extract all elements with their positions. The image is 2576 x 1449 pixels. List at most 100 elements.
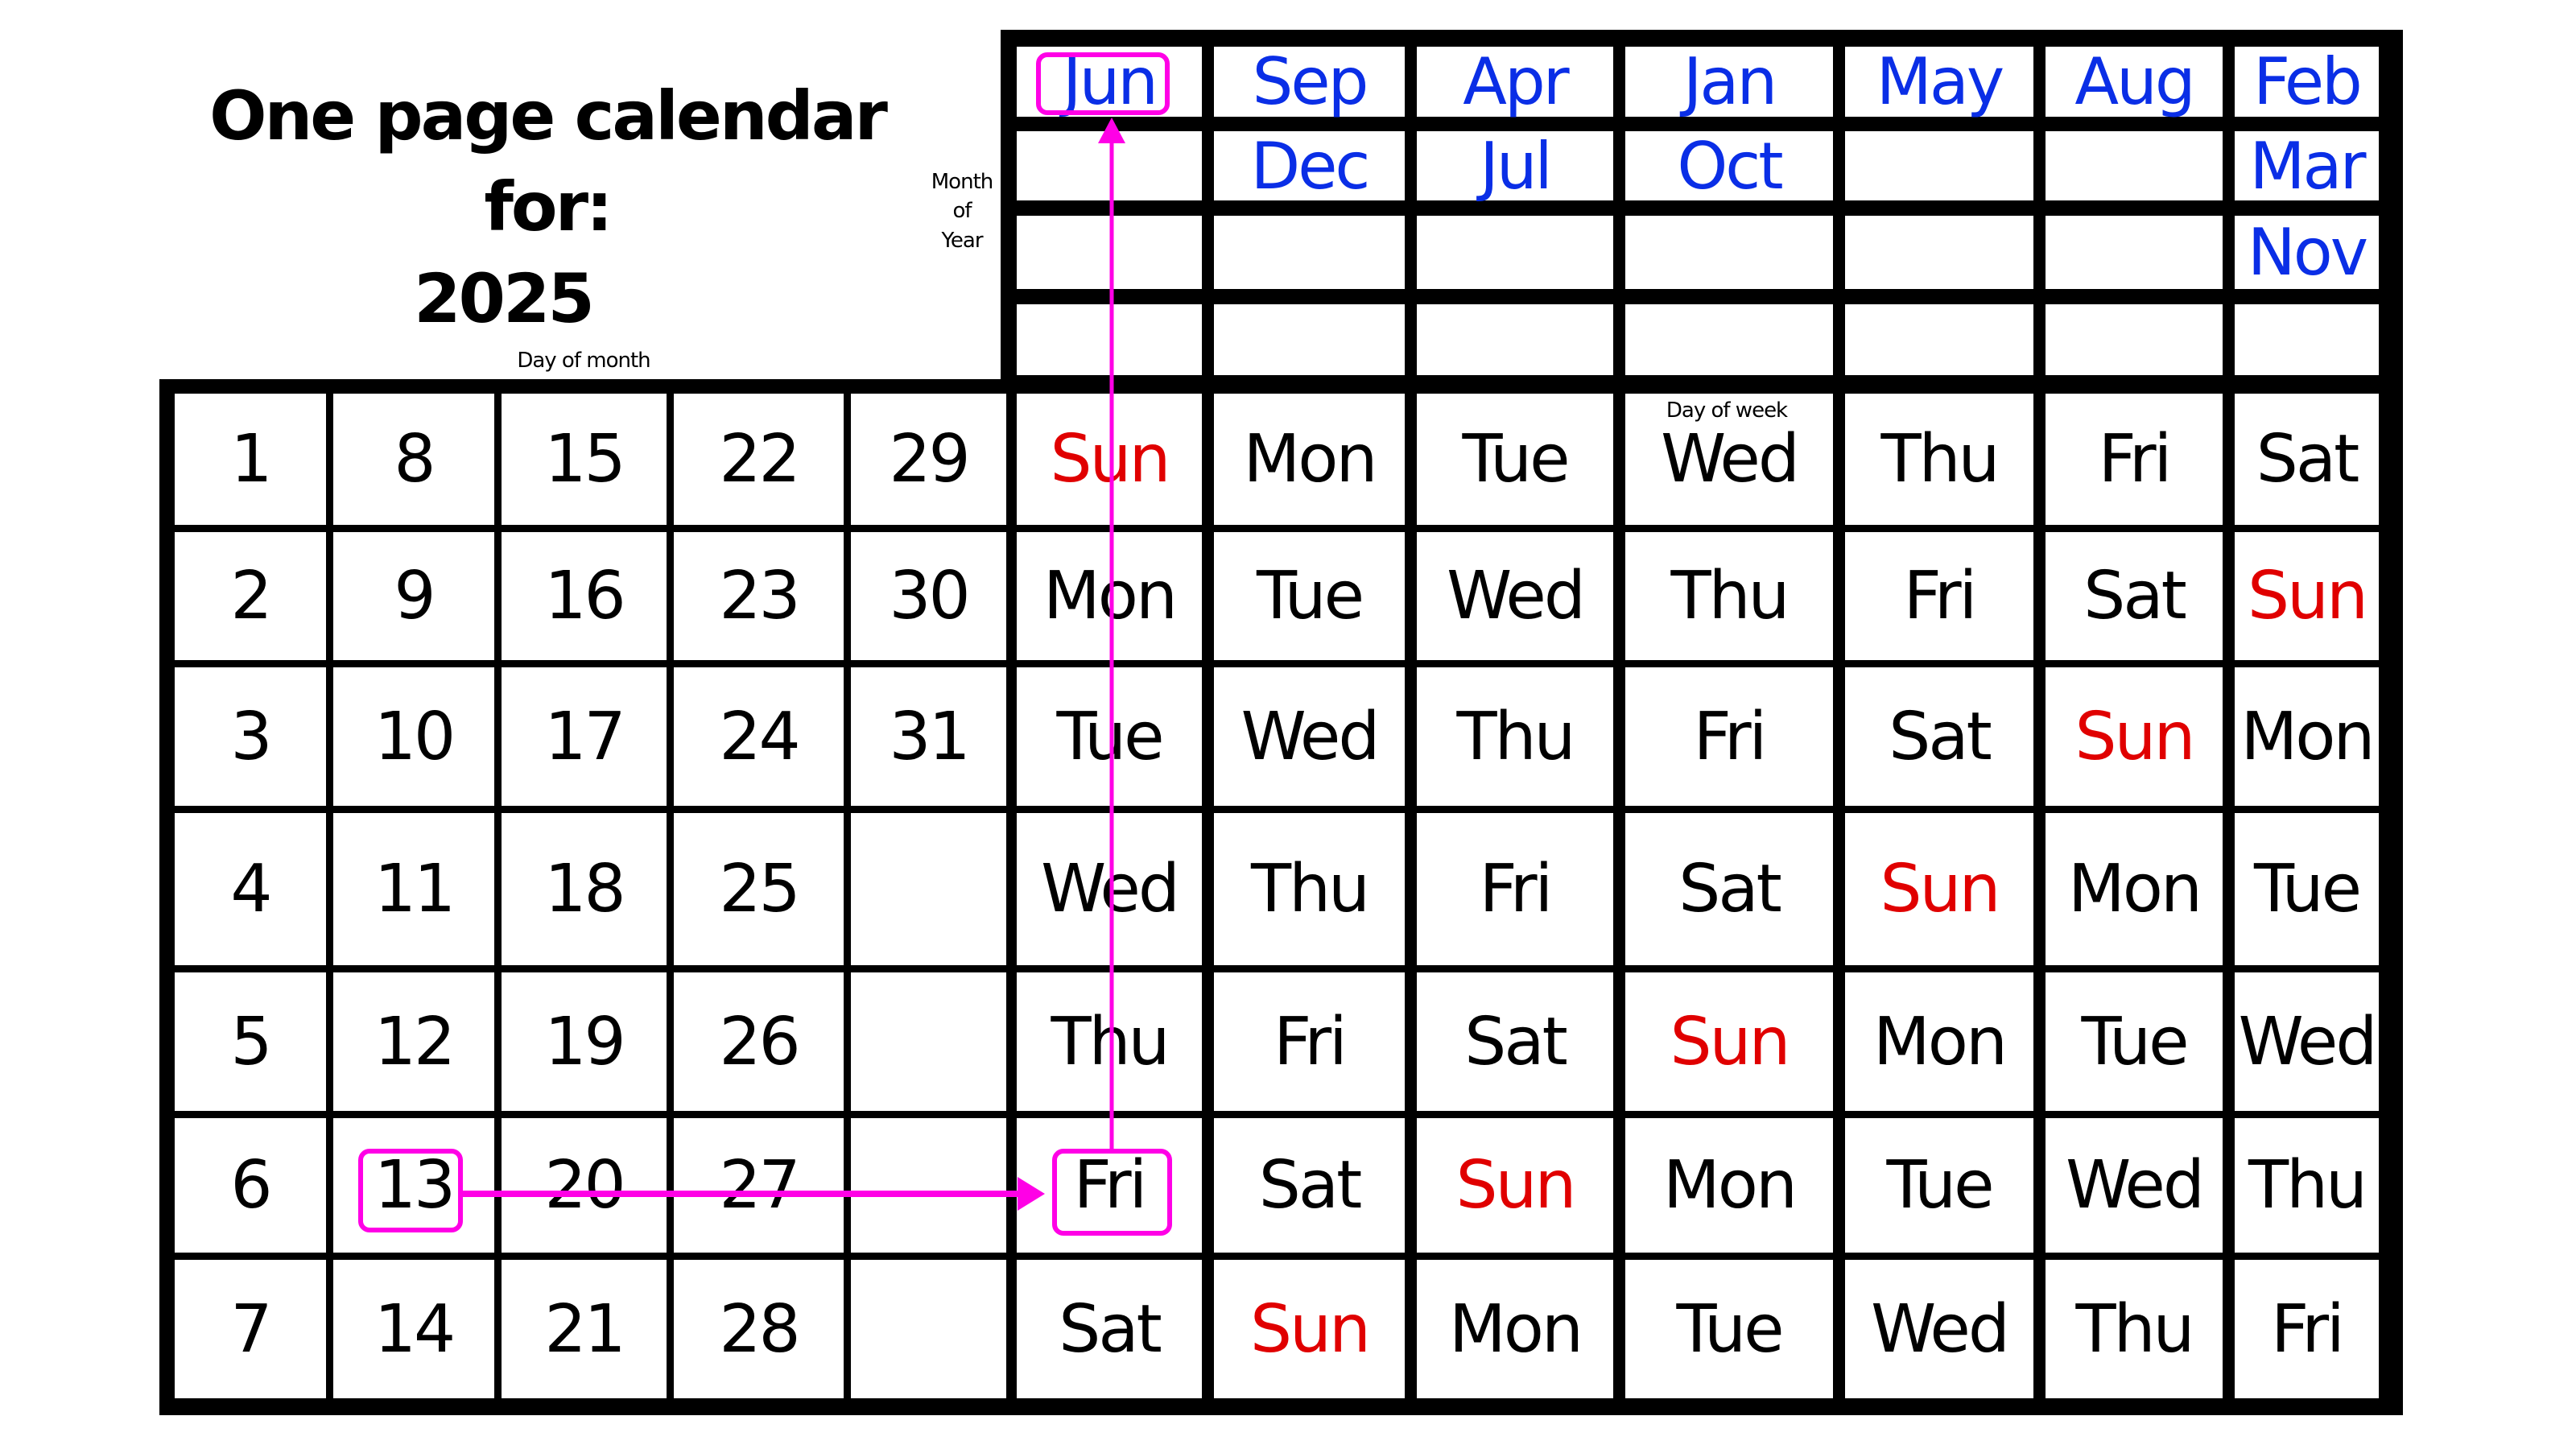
weekday-cell-text: Sun — [2074, 698, 2196, 775]
day-of-month-cell: 25 — [674, 813, 844, 965]
day-of-month-cell: 15 — [502, 394, 667, 525]
weekday-cell: Sat — [2046, 532, 2223, 660]
month-cell: Apr — [1417, 44, 1613, 119]
weekday-cell: Sun — [1845, 813, 2033, 965]
weekday-cell-text: Fri — [2098, 421, 2173, 497]
weekday-cell-text: Wed — [1661, 421, 1800, 497]
weekday-cell: Thu — [2046, 1260, 2223, 1398]
weekday-cell-text: Sun — [1050, 421, 1171, 497]
day-of-month-cell-text: 6 — [230, 1147, 272, 1224]
weekday-cell: Fri — [1845, 532, 2033, 660]
weekday-cell-text: Tue — [2253, 851, 2362, 927]
weekday-cell-text: Wed — [1241, 698, 1381, 775]
label-word: Year — [941, 228, 983, 253]
weekday-cell: Sat — [1417, 972, 1613, 1111]
highlight-weekday-fri — [1052, 1149, 1172, 1236]
weekday-cell: Sat — [1845, 667, 2033, 806]
month-cell — [1417, 304, 1613, 375]
weekday-cell: Fri — [2046, 394, 2223, 525]
month-cell — [1214, 216, 1405, 289]
weekday-cell: Wed — [2235, 972, 2379, 1111]
weekday-cell: Fri — [1417, 813, 1613, 965]
weekday-cell-text: Fri — [1903, 558, 1978, 634]
day-of-month-cell-text: 31 — [889, 698, 970, 775]
weekday-cell: Sun — [1625, 972, 1833, 1111]
weekday-cell-text: Thu — [1670, 558, 1790, 634]
day-of-month-cell-text: 15 — [544, 421, 625, 497]
month-cell: Oct — [1625, 129, 1833, 204]
day-of-month-cell: 31 — [851, 667, 1006, 806]
day-of-month-cell-text: 12 — [374, 1003, 456, 1080]
month-cell: Aug — [2046, 44, 2223, 119]
weekday-cell: Sat — [2235, 394, 2379, 525]
weekday-cell-text: Mon — [1449, 1290, 1583, 1368]
day-of-month-cell — [851, 972, 1006, 1111]
weekday-cell: Fri — [2235, 1260, 2379, 1398]
month-cell — [1845, 216, 2033, 289]
day-of-month-cell: 9 — [333, 532, 494, 660]
weekday-cell: Mon — [2046, 813, 2223, 965]
weekday-cell: Tue — [1845, 1118, 2033, 1253]
day-of-month-cell: 23 — [674, 532, 844, 660]
day-of-month-cell-text: 4 — [230, 851, 272, 927]
weekday-cell: Tue — [2046, 972, 2223, 1111]
day-of-month-cell: 11 — [333, 813, 494, 965]
day-of-month-cell-text: 5 — [230, 1003, 272, 1080]
day-of-month-cell-text: 17 — [544, 698, 625, 775]
weekday-cell-text: Fri — [1693, 698, 1768, 775]
day-of-month-cell-text: 8 — [394, 421, 436, 497]
month-cell-text: May — [1876, 44, 2004, 119]
weekday-cell-text: Thu — [2248, 1147, 2368, 1224]
day-of-month-cell-text: 1 — [230, 421, 272, 497]
day-of-month-cell: 10 — [333, 667, 494, 806]
day-of-month-cell-text: 23 — [719, 558, 800, 634]
month-cell-text: Dec — [1250, 128, 1371, 204]
weekday-cell-text: Tue — [1056, 698, 1164, 775]
weekday-cell: Tue — [1417, 394, 1613, 525]
weekday-cell-text: Sun — [1455, 1147, 1577, 1224]
weekday-cell-text: Sun — [1250, 1290, 1371, 1368]
month-cell — [1625, 216, 1833, 289]
weekday-cell: Tue — [2235, 813, 2379, 965]
weekday-cell-text: Tue — [1462, 421, 1570, 497]
day-of-month-cell: 18 — [502, 813, 667, 965]
month-cell — [1625, 304, 1833, 375]
weekday-cell: Thu — [1214, 813, 1405, 965]
weekday-cell-text: Wed — [2066, 1147, 2205, 1224]
month-cell-text: Oct — [1677, 128, 1783, 204]
day-of-month-cell-text: 10 — [374, 698, 456, 775]
day-of-month-cell-text: 28 — [719, 1290, 800, 1368]
month-cell: Nov — [2235, 215, 2379, 290]
weekday-cell-text: Sun — [1880, 851, 2001, 927]
month-cell: Dec — [1214, 129, 1405, 204]
weekday-cell-text: Thu — [1880, 421, 2000, 497]
weekday-cell: Thu — [1417, 667, 1613, 806]
month-cell — [1017, 216, 1202, 289]
weekday-cell: Fri — [1214, 972, 1405, 1111]
day-of-month-cell: 30 — [851, 532, 1006, 660]
month-cell: Mar — [2235, 129, 2379, 204]
month-cell — [1845, 131, 2033, 200]
highlight-month-jun — [1036, 52, 1170, 115]
weekday-cell-text: Sun — [1670, 1003, 1791, 1080]
weekday-cell-text: Mon — [2240, 698, 2376, 775]
day-of-month-cell: 24 — [674, 667, 844, 806]
weekday-cell: Mon — [1845, 972, 2033, 1111]
weekday-cell-text: Sat — [1889, 698, 1992, 775]
weekday-cell: Sun — [1017, 394, 1202, 525]
month-cell-text: Jul — [1480, 128, 1553, 204]
weekday-cell: Sat — [1214, 1118, 1405, 1253]
day-of-month-cell: 5 — [175, 972, 326, 1111]
day-of-month-cell-text: 2 — [230, 558, 272, 634]
month-cell-text: Mar — [2249, 128, 2367, 204]
weekday-cell-text: Tue — [2081, 1003, 2189, 1080]
weekday-cell-text: Sat — [2083, 558, 2186, 634]
day-of-month-cell-text: 16 — [544, 558, 625, 634]
weekday-cell-text: Fri — [1479, 851, 1554, 927]
day-of-month-cell — [851, 1118, 1006, 1253]
weekday-cell-text: Wed — [1041, 851, 1180, 927]
label-word: of — [952, 199, 972, 224]
weekday-cell: Tue — [1017, 667, 1202, 806]
weekday-cell: Thu — [1625, 532, 1833, 660]
month-cell — [2046, 131, 2223, 200]
